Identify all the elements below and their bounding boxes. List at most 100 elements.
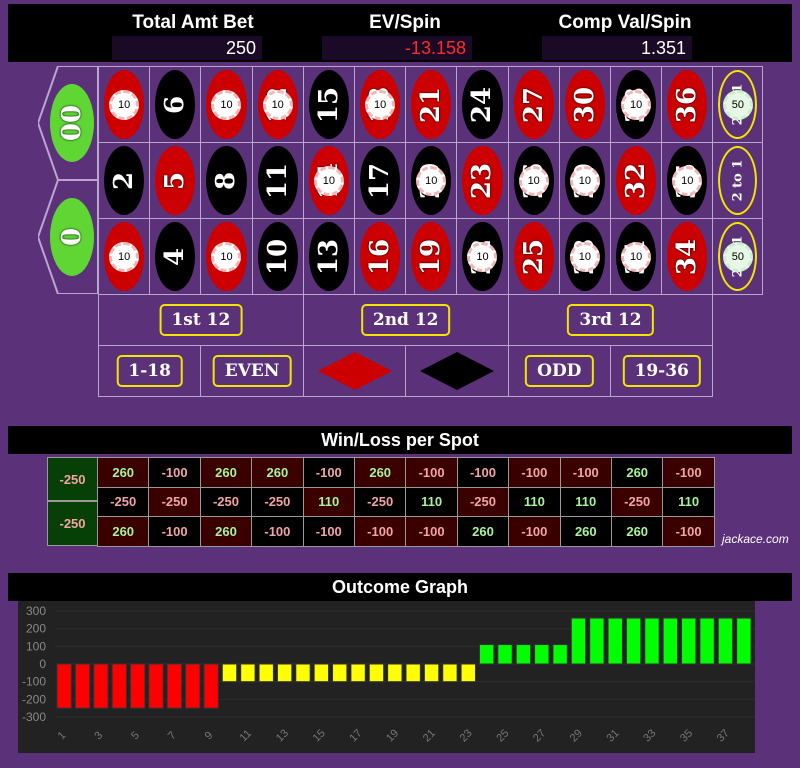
- winloss-zero: -250: [47, 501, 98, 546]
- number-spot-17[interactable]: 17: [354, 142, 407, 219]
- number-spot-28[interactable]: 2810: [558, 218, 611, 295]
- zero-spot-00[interactable]: 00: [38, 66, 99, 180]
- credit[interactable]: jackace.com: [722, 532, 789, 546]
- number-label: 25: [518, 238, 549, 275]
- number-spot-26[interactable]: 2610: [507, 142, 560, 219]
- chip[interactable]: 10: [569, 241, 600, 272]
- x-tick-label: 3: [92, 729, 105, 742]
- number-label: 30: [569, 86, 600, 123]
- number-spot-33[interactable]: 3310: [610, 66, 663, 143]
- outside-bet-19-36[interactable]: 19-36: [610, 345, 714, 397]
- bar-6: [148, 663, 164, 709]
- outside-bet-ODD[interactable]: ODD: [507, 345, 611, 397]
- number-label: 32: [621, 162, 652, 199]
- dozen-label: 3rd 12: [567, 304, 654, 336]
- number-oval: 15: [308, 70, 349, 139]
- bar-20: [405, 663, 421, 683]
- chip[interactable]: 10: [211, 89, 242, 120]
- number-spot-6[interactable]: 6: [149, 66, 202, 143]
- black-diamond-icon: [420, 352, 495, 390]
- ev-value: -13.158: [322, 36, 472, 60]
- bar-23: [460, 663, 476, 683]
- number-spot-10[interactable]: 10: [251, 218, 304, 295]
- chip[interactable]: 10: [569, 165, 600, 196]
- number-spot-11[interactable]: 11: [251, 142, 304, 219]
- winloss-title: Win/Loss per Spot: [8, 426, 792, 454]
- number-spot-13[interactable]: 13: [302, 218, 355, 295]
- bar-2: [74, 663, 91, 709]
- chip[interactable]: 10: [313, 165, 344, 196]
- number-spot-35[interactable]: 3510: [661, 142, 714, 219]
- outside-bet-EVEN[interactable]: EVEN: [200, 345, 304, 397]
- chip[interactable]: 10: [365, 89, 396, 120]
- chip[interactable]: 10: [467, 241, 498, 272]
- number-spot-9[interactable]: 910: [200, 66, 253, 143]
- number-oval: 21: [411, 70, 452, 139]
- winloss-cell: -250: [199, 486, 253, 517]
- dozen-bet-2[interactable]: 2nd 12: [302, 294, 509, 346]
- bar-8: [185, 663, 201, 709]
- number-spot-24[interactable]: 24: [456, 66, 509, 143]
- zero-number: 00: [57, 104, 87, 142]
- bar-11: [240, 663, 256, 683]
- chip[interactable]: 10: [672, 165, 703, 196]
- outcome-chart-svg: 3002001000-100-200-3001 3 5 7 9 11 13 15 17 19 21 2…: [22, 604, 755, 744]
- dozen-bet-3[interactable]: 3rd 12: [507, 294, 714, 346]
- outside-bet-1-18[interactable]: 1-18: [98, 345, 202, 397]
- number-spot-16[interactable]: 16: [354, 218, 407, 295]
- chip[interactable]: 50: [722, 89, 753, 120]
- number-oval: 11: [257, 146, 298, 215]
- chip[interactable]: 10: [109, 89, 140, 120]
- x-tick-label: 5: [129, 729, 142, 742]
- number-spot-3[interactable]: 310: [98, 66, 151, 143]
- number-spot-25[interactable]: 25: [507, 218, 560, 295]
- outside-bet-black-diamond[interactable]: [405, 345, 509, 397]
- number-spot-2[interactable]: 2: [98, 142, 151, 219]
- x-tick-label: 23: [458, 727, 475, 744]
- number-spot-18[interactable]: 1810: [354, 66, 407, 143]
- number-spot-31[interactable]: 3110: [610, 218, 663, 295]
- bar-32: [625, 617, 642, 665]
- chip[interactable]: 10: [518, 165, 549, 196]
- chip[interactable]: 10: [109, 241, 140, 272]
- winloss-cell: -100: [148, 457, 201, 488]
- number-label: 2: [109, 171, 140, 190]
- number-spot-27[interactable]: 27: [507, 66, 560, 143]
- number-spot-12[interactable]: 1210: [251, 66, 304, 143]
- number-spot-1[interactable]: 110: [98, 218, 151, 295]
- winloss-cell: -100: [302, 516, 355, 547]
- number-spot-36[interactable]: 36: [661, 66, 714, 143]
- chip[interactable]: 10: [416, 165, 447, 196]
- number-spot-30[interactable]: 30: [558, 66, 611, 143]
- chip[interactable]: 10: [621, 241, 652, 272]
- number-spot-8[interactable]: 8: [200, 142, 253, 219]
- number-spot-4[interactable]: 4: [149, 218, 202, 295]
- column-bet-3[interactable]: 2 to 150: [712, 218, 764, 295]
- number-spot-14[interactable]: 1410: [302, 142, 355, 219]
- chip[interactable]: 10: [621, 89, 652, 120]
- number-spot-5[interactable]: 5: [149, 142, 202, 219]
- dozen-bet-1[interactable]: 1st 12: [98, 294, 304, 346]
- number-spot-34[interactable]: 34: [661, 218, 714, 295]
- zero-spot-0[interactable]: 0: [38, 180, 99, 294]
- number-spot-20[interactable]: 2010: [405, 142, 458, 219]
- number-spot-23[interactable]: 23: [456, 142, 509, 219]
- outside-bet-red-diamond[interactable]: [302, 345, 407, 397]
- total-bet-label: Total Amt Bet: [132, 12, 254, 33]
- number-spot-29[interactable]: 2910: [558, 142, 611, 219]
- chip[interactable]: 50: [722, 241, 753, 272]
- chip[interactable]: 10: [211, 241, 242, 272]
- column-bet-1[interactable]: 2 to 150: [712, 66, 764, 143]
- chip[interactable]: 10: [262, 89, 293, 120]
- column-bet-2[interactable]: 2 to 1: [712, 142, 764, 219]
- number-spot-19[interactable]: 19: [405, 218, 458, 295]
- number-spot-22[interactable]: 2210: [456, 218, 509, 295]
- bar-10: [221, 663, 238, 683]
- number-spot-21[interactable]: 21: [405, 66, 458, 143]
- number-label: 6: [160, 95, 191, 114]
- number-spot-32[interactable]: 32: [610, 142, 663, 219]
- winloss-cell: 260: [251, 457, 304, 488]
- number-spot-15[interactable]: 15: [302, 66, 355, 143]
- number-spot-7[interactable]: 710: [200, 218, 253, 295]
- number-oval: 27: [513, 70, 554, 139]
